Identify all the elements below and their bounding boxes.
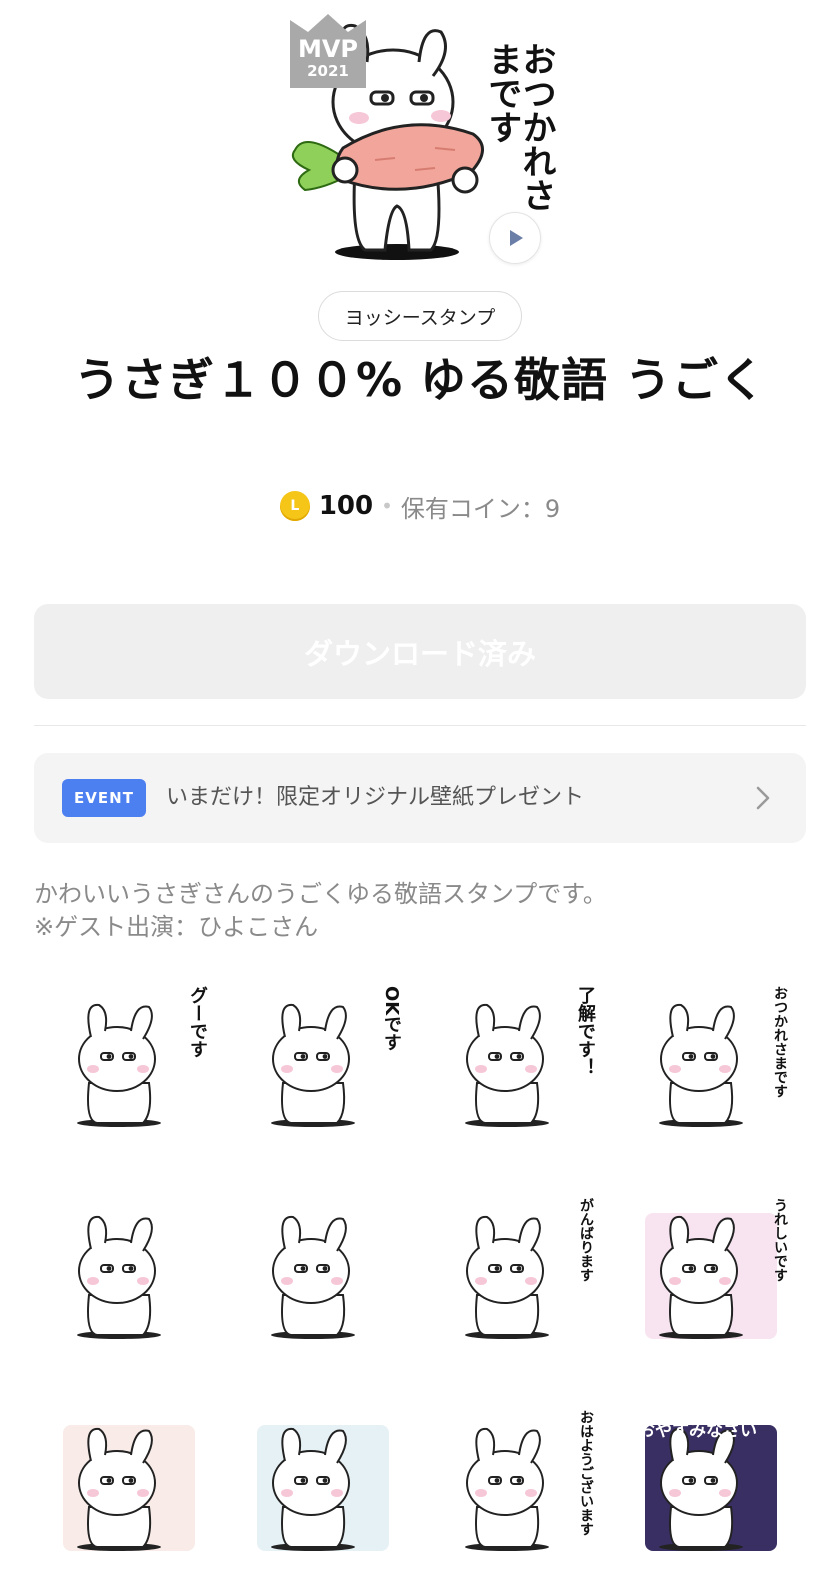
sticker-thumbnail[interactable] xyxy=(34,1392,224,1582)
rabbit-sticker-image xyxy=(465,1215,549,1339)
page-title: うさぎ１００% ゆる敬語 うごく xyxy=(73,353,767,407)
rabbit-sticker-image xyxy=(465,1427,549,1551)
creator-link[interactable]: ヨッシースタンプ xyxy=(318,291,522,341)
sticker-caption: OKです xyxy=(381,986,402,1052)
sticker-caption: グーです xyxy=(187,986,208,1058)
price-separator: • xyxy=(381,494,393,518)
sticker-thumbnail[interactable]: おはようございます xyxy=(422,1392,612,1582)
sticker-thumbnail[interactable]: うれしいです xyxy=(616,1180,806,1370)
sticker-thumbnail[interactable]: がんばります xyxy=(422,1180,612,1370)
download-button[interactable]: ダウンロード済み xyxy=(34,604,806,699)
rabbit-sticker-image xyxy=(77,1215,161,1339)
sticker-caption: おつかれさまです xyxy=(772,986,788,1098)
rabbit-sticker-image xyxy=(659,1003,743,1127)
rabbit-sticker-image xyxy=(257,1425,389,1551)
rabbit-sticker-image xyxy=(645,1213,777,1339)
sticker-thumbnail[interactable] xyxy=(34,1180,224,1370)
description-line-2: ※ゲスト出演：ひよこさん xyxy=(34,913,319,941)
price-amount: 100 xyxy=(318,491,374,521)
sticker-caption: おやすみなさい xyxy=(638,1421,757,1441)
sticker-thumbnail[interactable] xyxy=(228,1392,418,1582)
mvp-badge-label: MVP xyxy=(297,35,359,63)
sticker-caption: うれしいです xyxy=(772,1198,788,1282)
mvp-badge-year: 2021 xyxy=(307,62,349,80)
rabbit-sticker-image xyxy=(465,1003,549,1127)
description-line-1: かわいいうさぎさんのうごくゆる敬語スタンプです。 xyxy=(34,880,607,908)
play-preview-button[interactable] xyxy=(489,212,541,264)
description: かわいいうさぎさんのうごくゆる敬語スタンプです。 ※ゲスト出演：ひよこさん xyxy=(34,878,806,944)
owned-coins: 保有コイン：9 xyxy=(400,494,561,523)
price-row: L 100 • 保有コイン：9 xyxy=(0,486,840,526)
sticker-caption: おはようございます xyxy=(578,1410,594,1536)
event-text: いまだけ！限定オリジナル壁紙プレゼント xyxy=(166,785,585,810)
sticker-thumbnail[interactable]: 了解です！ xyxy=(422,968,612,1158)
coin-icon: L xyxy=(279,491,310,521)
rabbit-sticker-image xyxy=(271,1003,355,1127)
event-banner[interactable]: EVENT いまだけ！限定オリジナル壁紙プレゼント xyxy=(34,753,806,843)
sticker-caption: がんばります xyxy=(578,1198,594,1282)
sticker-thumbnail[interactable] xyxy=(228,1180,418,1370)
chevron-right-icon xyxy=(756,786,770,810)
sticker-thumbnail[interactable]: おやすみなさい xyxy=(616,1392,806,1582)
rabbit-sticker-image xyxy=(63,1425,195,1551)
sticker-caption: 了解です！ xyxy=(575,986,596,1076)
sticker-thumbnail[interactable]: おつかれさまです xyxy=(616,968,806,1158)
mvp-badge: MVP 2021 xyxy=(290,14,366,88)
divider xyxy=(34,725,806,726)
event-badge: EVENT xyxy=(62,779,146,817)
sticker-thumbnail[interactable]: OKです xyxy=(228,968,418,1158)
rabbit-sticker-image xyxy=(271,1215,355,1339)
rabbit-sticker-image xyxy=(77,1003,161,1127)
sticker-thumbnail[interactable]: グーです xyxy=(34,968,224,1158)
play-icon xyxy=(510,230,523,246)
